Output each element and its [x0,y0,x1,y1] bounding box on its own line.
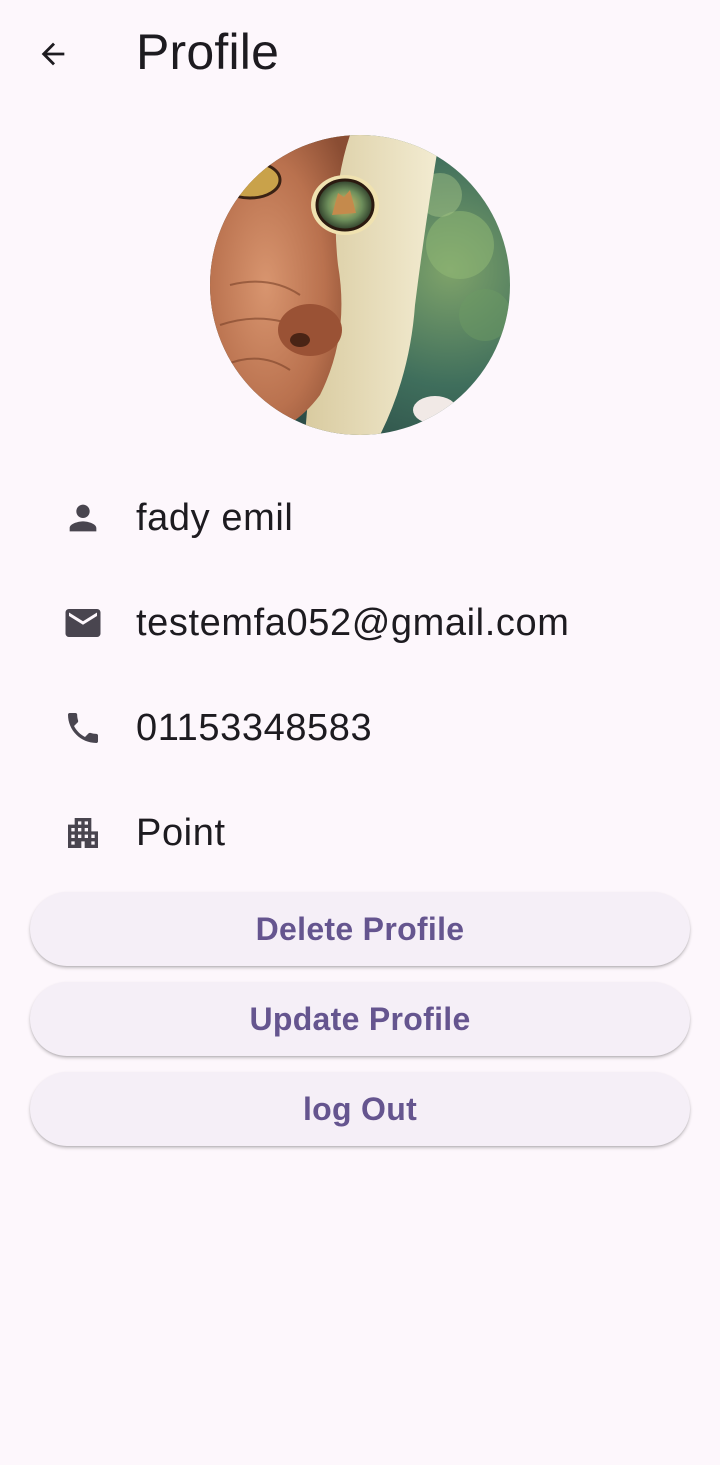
name-row: fady emil [0,483,720,553]
avatar [210,135,510,435]
page-title: Profile [136,24,280,80]
arrow-back-icon [41,42,65,66]
logout-button[interactable]: log Out [30,1072,690,1146]
apartment-icon [61,811,105,855]
company-row: Point [0,798,720,868]
phone-row: 01153348583 [0,693,720,763]
profile-email: testemfa052@gmail.com [136,602,570,644]
delete-profile-button[interactable]: Delete Profile [30,892,690,966]
app-bar: Profile [0,0,720,106]
profile-photo [210,135,510,435]
profile-company: Point [136,812,226,854]
person-icon [61,496,105,540]
phone-icon [61,706,105,750]
profile-phone: 01153348583 [136,707,373,749]
update-profile-button[interactable]: Update Profile [30,982,690,1056]
back-button[interactable] [26,27,80,81]
email-row: testemfa052@gmail.com [0,588,720,658]
profile-name: fady emil [136,497,294,539]
email-icon [61,601,105,645]
